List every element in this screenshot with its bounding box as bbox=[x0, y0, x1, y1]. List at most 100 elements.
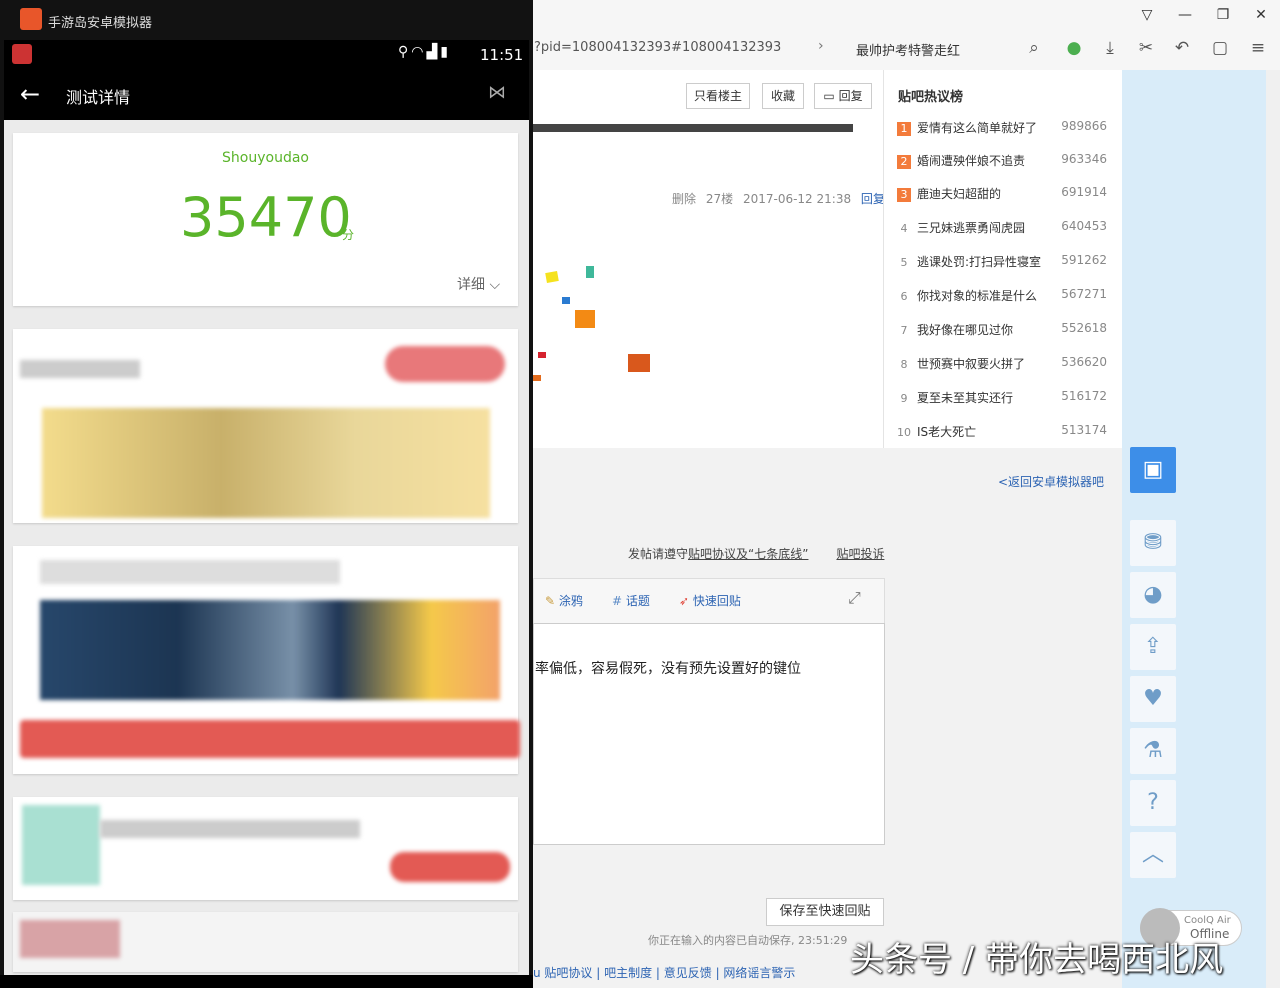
hot-item-count: 640453 bbox=[1061, 219, 1107, 233]
scroll-top-icon[interactable]: ︿ bbox=[1130, 832, 1176, 878]
share-icon[interactable]: ⇪ bbox=[1130, 624, 1176, 670]
hot-item-count: 963346 bbox=[1061, 152, 1107, 166]
undo-icon[interactable]: ↶ bbox=[1170, 36, 1194, 60]
score-unit: 分 bbox=[342, 228, 355, 242]
menu-icon[interactable]: ≡ bbox=[1246, 36, 1270, 60]
share-icon[interactable]: ⋈ bbox=[488, 82, 506, 103]
reply-button[interactable]: ▭ 回复 bbox=[814, 83, 872, 109]
hot-item-name[interactable]: 逃课处罚:打扫异性寝室 bbox=[917, 255, 1041, 269]
page-title: 测试详情 bbox=[66, 88, 131, 107]
help-icon[interactable]: ? bbox=[1130, 780, 1176, 826]
delete-link[interactable]: 删除 bbox=[672, 192, 696, 206]
battery-icon: ▮ bbox=[440, 44, 451, 60]
agreement-link[interactable]: 贴吧协议及“七条底线” bbox=[688, 547, 808, 561]
quick-reply-tool[interactable]: ➶ 快速回贴 bbox=[679, 592, 741, 609]
topic-tool[interactable]: # 话题 bbox=[612, 592, 650, 609]
hot-item-count: 513174 bbox=[1061, 423, 1107, 437]
rules-prefix: 发帖请遵守 bbox=[628, 547, 689, 561]
confetti-piece bbox=[545, 271, 559, 283]
floor-reply-link[interactable]: 回复 bbox=[861, 192, 885, 206]
rank-badge: 4 bbox=[900, 222, 908, 235]
expand-icon[interactable]: ⤢ bbox=[848, 588, 861, 608]
bear-icon[interactable]: ◕ bbox=[1130, 572, 1176, 618]
blurred-button bbox=[20, 720, 520, 758]
flask-icon[interactable]: ⚗ bbox=[1130, 728, 1176, 774]
hot-item-name[interactable]: IS老大死亡 bbox=[917, 425, 976, 439]
autosave-notice: 你正在输入的内容已自动保存, 23:51:29 bbox=[648, 934, 848, 947]
hot-item-name[interactable]: 夏至未至其实还行 bbox=[917, 391, 1013, 405]
confetti-piece bbox=[562, 297, 570, 304]
hot-item-count: 536620 bbox=[1061, 355, 1107, 369]
close-button[interactable]: ✕ bbox=[1250, 4, 1272, 26]
magic-hat-icon[interactable]: ⛃ bbox=[1130, 520, 1176, 566]
coolq-name: CoolQ Air bbox=[1184, 915, 1231, 926]
footer-links[interactable]: u 贴吧协议 | 吧主制度 | 意见反馈 | 网络谣言警示 bbox=[533, 964, 795, 981]
hot-list-item[interactable]: 1 爱情有这么简单就好了 989866 bbox=[897, 119, 1107, 139]
hot-item-count: 567271 bbox=[1061, 287, 1107, 301]
hot-list-item[interactable]: 6 你找对象的标准是什么 567271 bbox=[897, 287, 1108, 307]
chevron-right-icon[interactable]: › bbox=[818, 38, 824, 54]
back-to-forum-link[interactable]: <返回安卓模拟器吧 bbox=[998, 473, 1104, 490]
hot-list-item[interactable]: 8 世预赛中叙要火拼了 536620 bbox=[897, 355, 1108, 375]
confetti-piece bbox=[538, 352, 546, 358]
bag-icon[interactable]: ▢ bbox=[1208, 36, 1232, 60]
hot-item-count: 591262 bbox=[1061, 253, 1107, 267]
hot-list-item[interactable]: 7 我好像在哪见过你 552618 bbox=[897, 321, 1108, 341]
hot-list-item[interactable]: 10 IS老大死亡 513174 bbox=[897, 423, 1107, 443]
back-arrow-icon[interactable]: ← bbox=[20, 80, 40, 108]
detail-toggle[interactable]: 详细 ⌵ bbox=[457, 274, 500, 294]
chat-icon[interactable]: ▣ bbox=[1130, 447, 1176, 493]
reply-editor[interactable] bbox=[533, 623, 885, 845]
scrollbar[interactable] bbox=[1266, 70, 1280, 988]
hot-list-item[interactable]: 9 夏至未至其实还行 516172 bbox=[897, 389, 1108, 409]
signal-icon: ▟ bbox=[426, 44, 441, 60]
app-notification-icon bbox=[12, 44, 32, 64]
search-icon[interactable]: ⌕ bbox=[1022, 36, 1046, 60]
hot-list-item[interactable]: 2 婚闹遭殃伴娘不追责 963346 bbox=[897, 152, 1107, 172]
rank-badge: 7 bbox=[900, 324, 908, 337]
skin-icon[interactable]: ▽ bbox=[1136, 4, 1158, 26]
status-time: 11:51 bbox=[480, 46, 524, 64]
hot-item-count: 552618 bbox=[1061, 321, 1107, 335]
watermark: 头条号 / 带你去喝西北风 bbox=[850, 940, 1224, 980]
scissors-icon[interactable]: ✂ bbox=[1134, 36, 1158, 60]
editor-content[interactable]: 率偏低，容易假死，没有预先设置好的键位 bbox=[535, 658, 801, 678]
blurred-button bbox=[385, 346, 505, 382]
save-draft-button[interactable]: 保存至快速回贴 bbox=[766, 898, 884, 926]
hot-item-name[interactable]: 鹿迪夫妇超甜的 bbox=[917, 187, 1001, 201]
hot-item-name[interactable]: 三兄妹逃票勇闯虎园 bbox=[917, 221, 1025, 235]
hot-item-name[interactable]: 我好像在哪见过你 bbox=[917, 323, 1013, 337]
posting-rules: 发帖请遵守贴吧协议及“七条底线” 贴吧投诉 bbox=[628, 545, 884, 562]
rank-badge: 9 bbox=[900, 392, 908, 405]
complaint-link[interactable]: 贴吧投诉 bbox=[836, 547, 884, 561]
hot-list-item[interactable]: 3 鹿迪夫妇超甜的 691914 bbox=[897, 185, 1107, 205]
minimize-button[interactable]: — bbox=[1174, 4, 1196, 26]
favorite-button[interactable]: 收藏 bbox=[762, 83, 804, 109]
reply-label: 回复 bbox=[838, 89, 863, 103]
hot-list-item[interactable]: 4 三兄妹逃票勇闯虎园 640453 bbox=[897, 219, 1108, 239]
hot-item-name[interactable]: 爱情有这么简单就好了 bbox=[917, 121, 1037, 135]
blurred-image bbox=[42, 408, 490, 518]
download-icon[interactable]: ⤓ bbox=[1098, 36, 1122, 60]
location-icon: ⚲ bbox=[398, 44, 412, 60]
hot-item-name[interactable]: 婚闹遭殃伴娘不追责 bbox=[917, 154, 1025, 168]
hot-item-count: 516172 bbox=[1061, 389, 1107, 403]
doodle-icon: ✎ bbox=[545, 594, 559, 608]
post-time: 2017-06-12 21:38 bbox=[742, 192, 852, 206]
search-input[interactable]: 最帅护考特警走红 bbox=[856, 40, 960, 59]
only-op-button[interactable]: 只看楼主 bbox=[686, 83, 750, 109]
maximize-button[interactable]: ❐ bbox=[1212, 4, 1234, 26]
hot-item-name[interactable]: 世预赛中叙要火拼了 bbox=[917, 357, 1025, 371]
rank-badge: 5 bbox=[900, 256, 908, 269]
status-icons: ⚲◠▟▮ bbox=[398, 44, 451, 60]
emulator-title: 手游岛安卓模拟器 bbox=[48, 16, 153, 31]
hot-item-name[interactable]: 你找对象的标准是什么 bbox=[917, 289, 1037, 303]
rank-badge: 6 bbox=[900, 290, 908, 303]
doodle-tool[interactable]: ✎ 涂鸦 bbox=[545, 592, 583, 609]
topic-label: 话题 bbox=[625, 594, 650, 608]
address-bar[interactable]: ?pid=108004132393#108004132393 bbox=[534, 40, 824, 55]
emulator-logo-icon bbox=[20, 8, 42, 30]
wechat-icon[interactable]: ● bbox=[1062, 36, 1086, 60]
hot-list-item[interactable]: 5 逃课处罚:打扫异性寝室 591262 bbox=[897, 253, 1108, 273]
heart-icon[interactable]: ♥ bbox=[1130, 676, 1176, 722]
